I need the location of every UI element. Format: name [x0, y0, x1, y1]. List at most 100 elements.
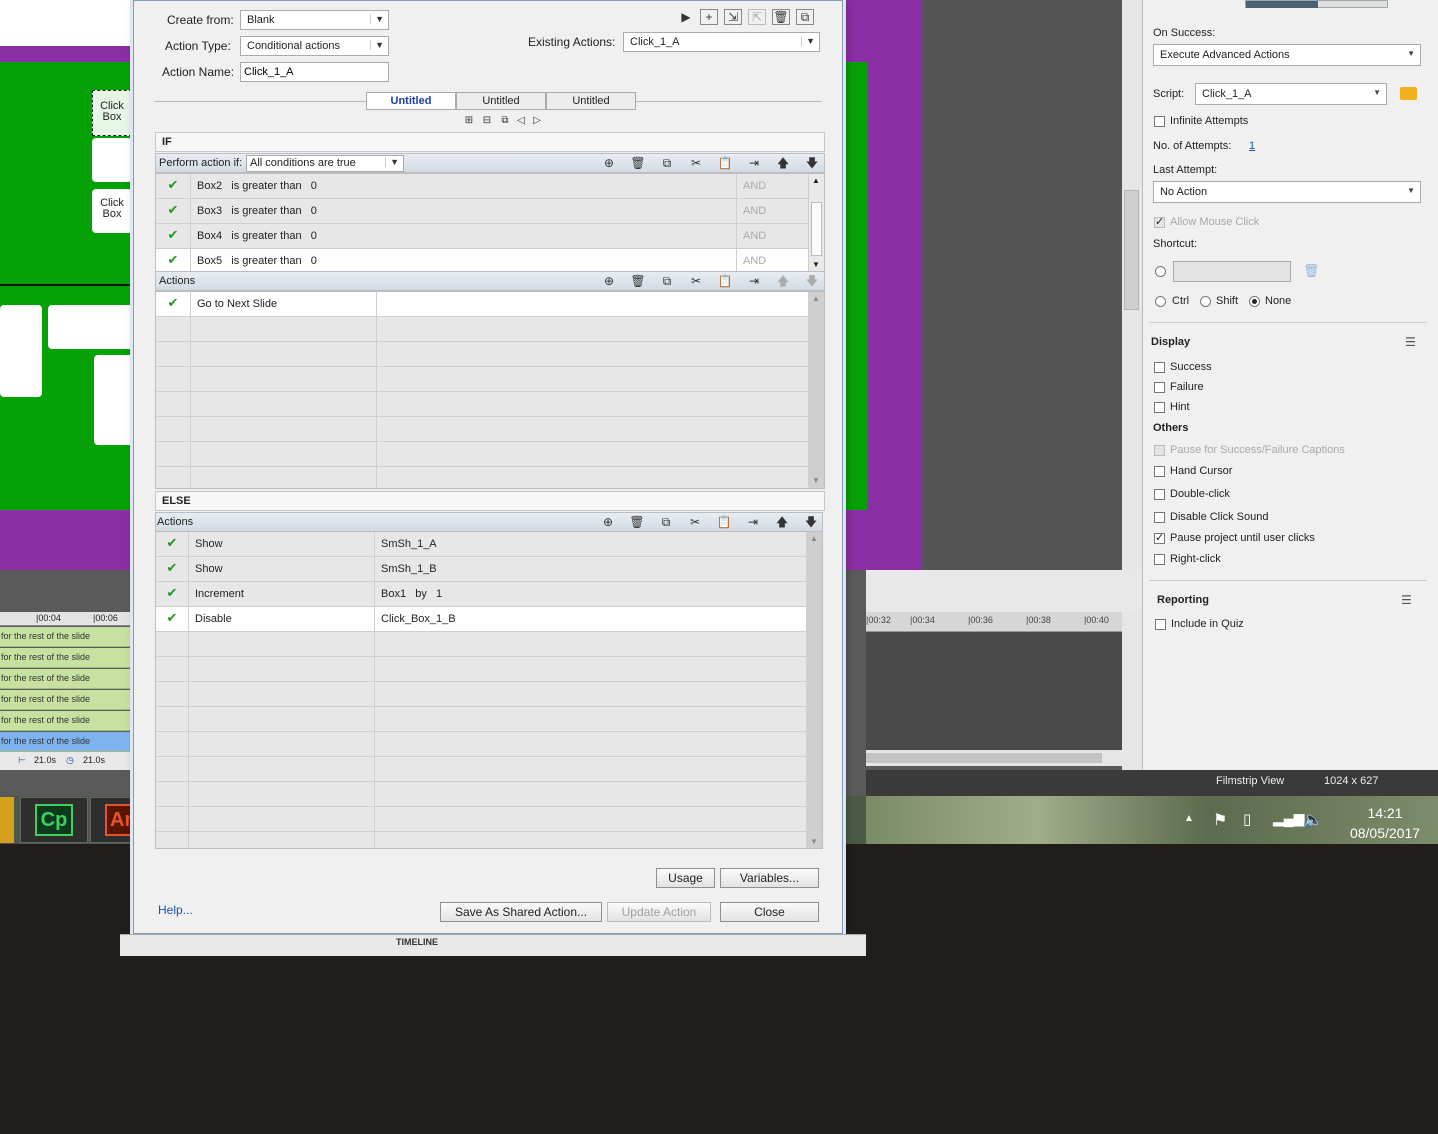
scroll-thumb[interactable]	[866, 753, 1102, 763]
if-actions-scrollbar[interactable]: ▲ ▼	[808, 292, 824, 488]
right-click-checkbox[interactable]	[1154, 554, 1165, 565]
else-actions-scrollbar[interactable]: ▲ ▼	[806, 532, 822, 848]
add-row-icon[interactable]: ⊕	[599, 515, 617, 530]
copy-row-icon[interactable]: ⧉	[658, 156, 676, 171]
taskbar-folder-icon[interactable]	[0, 797, 14, 843]
action-row[interactable]: ✔ Show SmSh_1_A	[156, 532, 806, 557]
export-action-icon[interactable]: ⇱	[748, 9, 766, 25]
pause-captions-checkbox[interactable]	[1154, 445, 1165, 456]
timeline-row[interactable]: for the rest of the slide	[0, 669, 130, 689]
create-from-select[interactable]: Blank ▼	[240, 10, 389, 30]
empty-action-row[interactable]	[156, 657, 806, 682]
empty-action-row[interactable]	[156, 342, 808, 367]
empty-action-row[interactable]	[156, 757, 806, 782]
action-row[interactable]: ✔ Show SmSh_1_B	[156, 557, 806, 582]
scroll-thumb[interactable]	[811, 202, 822, 256]
stage-horizontal-scrollbar[interactable]	[866, 570, 1142, 612]
delete-row-icon[interactable]: 🗑	[629, 156, 647, 171]
save-as-shared-action-button[interactable]: Save As Shared Action...	[440, 902, 602, 922]
paste-row-icon[interactable]: 📋	[716, 156, 734, 171]
taskbar-animate-icon[interactable]: An	[90, 797, 133, 843]
taskbar-captivate-icon[interactable]: Cp	[20, 797, 88, 843]
on-success-select[interactable]: Execute Advanced Actions ▼	[1153, 44, 1421, 66]
copy-row-icon[interactable]: ⧉	[657, 515, 675, 530]
existing-actions-select[interactable]: Click_1_A ▼	[623, 32, 820, 52]
click-box-1[interactable]: Click Box	[92, 90, 132, 136]
stage-vertical-scrollbar[interactable]	[1122, 0, 1142, 570]
empty-action-row[interactable]	[156, 807, 806, 832]
none-radio[interactable]	[1249, 296, 1260, 307]
move-down-icon[interactable]: 🡇	[802, 515, 820, 530]
condition-row[interactable]: ✔ Box2 is greater than 0 AND	[156, 174, 808, 199]
script-select[interactable]: Click_1_A ▼	[1195, 83, 1387, 105]
volume-icon[interactable]: 🔈	[1303, 810, 1323, 830]
scroll-down-icon[interactable]: ▼	[810, 837, 818, 846]
action-row-selected[interactable]: ✔ Disable Click_Box_1_B	[156, 607, 806, 632]
shortcut-input[interactable]	[1173, 261, 1291, 282]
timeline-row[interactable]: for the rest of the slide	[0, 690, 130, 710]
empty-action-row[interactable]	[156, 707, 806, 732]
empty-action-row[interactable]	[156, 392, 808, 417]
decision-tab-3[interactable]: Untitled	[546, 92, 636, 110]
failure-checkbox[interactable]	[1154, 382, 1165, 393]
scroll-up-icon[interactable]: ▲	[810, 534, 818, 543]
pause-project-checkbox[interactable]	[1154, 531, 1165, 544]
insert-row-icon[interactable]: ⇥	[744, 515, 762, 530]
move-down-icon[interactable]: 🡇	[803, 274, 821, 289]
cut-row-icon[interactable]: ✂	[687, 274, 705, 289]
move-up-icon[interactable]: 🡅	[774, 274, 792, 289]
perform-condition-select[interactable]: All conditions are true ▼	[246, 155, 404, 172]
network-signal-icon[interactable]: ▂▄▆	[1273, 810, 1304, 827]
ctrl-radio[interactable]	[1155, 296, 1166, 307]
scroll-down-icon[interactable]: ▼	[812, 476, 820, 485]
scroll-thumb[interactable]	[1124, 190, 1139, 310]
variables-button[interactable]: Variables...	[720, 868, 819, 888]
timeline-horizontal-scrollbar[interactable]	[866, 750, 1122, 766]
condition-row[interactable]: ✔ Box4 is greater than 0 AND	[156, 224, 808, 249]
action-type-select[interactable]: Conditional actions ▼	[240, 36, 389, 56]
section-menu-icon[interactable]: ☰	[1401, 593, 1412, 607]
infinite-attempts-checkbox[interactable]	[1154, 116, 1165, 127]
conditions-scrollbar[interactable]: ▲ ▼	[808, 174, 824, 272]
add-decision-icon[interactable]: ⊞	[460, 113, 478, 129]
empty-action-row[interactable]	[156, 317, 808, 342]
preview-play-icon[interactable]: ▶	[677, 10, 695, 26]
new-action-icon[interactable]: +	[700, 9, 718, 25]
close-button[interactable]: Close	[720, 902, 819, 922]
empty-action-row[interactable]	[156, 732, 806, 757]
empty-action-row[interactable]	[156, 782, 806, 807]
condition-row-selected[interactable]: ✔ Box5 is greater than 0 AND	[156, 249, 808, 272]
timeline-row[interactable]: for the rest of the slide	[0, 648, 130, 668]
move-up-icon[interactable]: 🡅	[773, 515, 791, 530]
attempts-value[interactable]: 1	[1249, 140, 1255, 152]
cut-row-icon[interactable]: ✂	[687, 156, 705, 171]
trash-icon[interactable]: 🗑	[1303, 263, 1320, 279]
active-properties-tab[interactable]	[1246, 1, 1318, 8]
battery-icon[interactable]: ▯	[1243, 810, 1251, 828]
remove-decision-icon[interactable]: ⊟	[478, 113, 496, 129]
import-action-icon[interactable]: ⇲	[724, 9, 742, 25]
allow-mouse-click-checkbox[interactable]	[1154, 215, 1165, 228]
paste-row-icon[interactable]: 📋	[716, 274, 734, 289]
move-down-icon[interactable]: 🡇	[803, 156, 821, 171]
last-attempt-select[interactable]: No Action ▼	[1153, 181, 1421, 203]
next-decision-icon[interactable]: ▷	[528, 113, 546, 129]
section-menu-icon[interactable]: ☰	[1405, 335, 1416, 349]
help-link[interactable]: Help...	[158, 903, 193, 917]
action-row-selected[interactable]: ✔ Go to Next Slide	[156, 292, 808, 317]
cut-row-icon[interactable]: ✂	[686, 515, 704, 530]
insert-row-icon[interactable]: ⇥	[745, 274, 763, 289]
scroll-up-icon[interactable]: ▲	[812, 176, 820, 185]
paste-row-icon[interactable]: 📋	[715, 515, 733, 530]
delete-action-icon[interactable]: 🗑	[772, 9, 790, 25]
empty-action-row[interactable]	[156, 682, 806, 707]
tray-clock[interactable]: 14:21 08/05/2017	[1340, 803, 1430, 843]
hand-cursor-checkbox[interactable]	[1154, 466, 1165, 477]
click-box-2[interactable]: Click Box	[92, 189, 132, 233]
disable-click-sound-checkbox[interactable]	[1154, 512, 1165, 523]
empty-action-row[interactable]	[156, 632, 806, 657]
usage-button[interactable]: Usage	[656, 868, 715, 888]
insert-row-icon[interactable]: ⇥	[745, 156, 763, 171]
move-up-icon[interactable]: 🡅	[774, 156, 792, 171]
empty-action-row[interactable]	[156, 832, 806, 848]
